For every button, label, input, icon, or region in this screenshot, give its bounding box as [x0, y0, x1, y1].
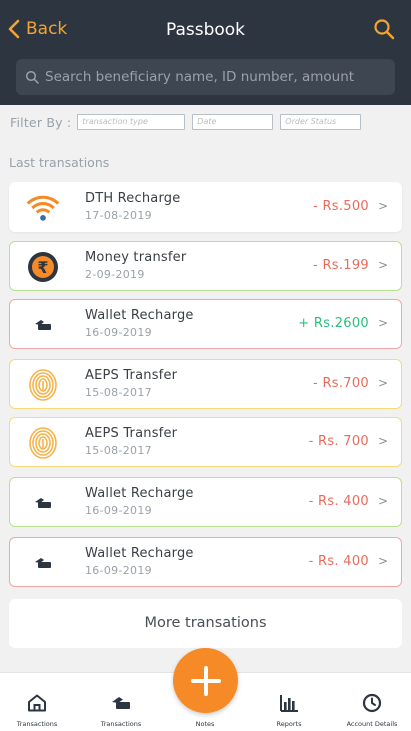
more-transactions-button[interactable]: More transations — [9, 599, 402, 648]
transaction-card[interactable]: DTH Recharge 17-08-2019 - Rs.500 > — [9, 182, 402, 232]
transaction-amount: - Rs.500 — [313, 199, 369, 214]
search-icon — [25, 70, 39, 84]
search-input[interactable] — [45, 69, 385, 85]
nav-label: Transactions — [100, 720, 142, 728]
transaction-date: 2-09-2019 — [85, 268, 145, 281]
wallet-icon — [26, 487, 60, 519]
app-header: Back Passbook — [0, 0, 411, 105]
wallet-icon — [26, 547, 60, 579]
order-status-filter[interactable]: Order Status — [280, 114, 362, 130]
transaction-name: Wallet Recharge — [85, 486, 194, 501]
clock-icon — [361, 693, 383, 713]
chevron-right-icon: > — [377, 554, 388, 568]
wifi-icon — [26, 192, 60, 224]
transaction-card[interactable]: ₹ Money transfer 2-09-2019 - Rs.199 > — [9, 241, 402, 291]
transaction-date: 16-09-2019 — [85, 504, 152, 517]
transaction-date: 16-09-2019 — [85, 564, 152, 577]
chevron-right-icon: > — [377, 199, 388, 213]
transaction-card[interactable]: AEPS Transfer 15-08-2017 - Rs. 700 > — [9, 417, 402, 467]
transaction-amount: + Rs.2600 — [298, 316, 369, 331]
nav-item-reports[interactable]: Reports — [248, 673, 330, 731]
search-bar — [16, 59, 395, 95]
add-note-button[interactable] — [173, 648, 238, 713]
transaction-date: 15-08-2017 — [85, 444, 152, 457]
transaction-date: 15-08-2017 — [85, 386, 152, 399]
chevron-right-icon: > — [377, 316, 388, 330]
section-title: Last transations — [9, 155, 110, 170]
transaction-name: Money transfer — [85, 250, 187, 265]
home-icon — [26, 693, 48, 713]
plus-icon — [190, 665, 221, 696]
wallet-icon — [110, 693, 132, 713]
date-filter[interactable]: Date — [192, 114, 274, 130]
nav-label: Reports — [276, 720, 302, 728]
nav-label: Transactions — [16, 720, 58, 728]
transaction-card[interactable]: AEPS Transfer 15-08-2017 - Rs.700 > — [9, 359, 402, 409]
svg-text:₹: ₹ — [37, 258, 48, 277]
transaction-date: 17-08-2019 — [85, 209, 152, 222]
nav-item-transactions[interactable]: Transactions — [0, 673, 78, 731]
chevron-right-icon: > — [377, 494, 388, 508]
search-button[interactable] — [373, 18, 397, 42]
transaction-amount: - Rs. 400 — [308, 494, 369, 509]
transaction-amount: - Rs. 400 — [308, 554, 369, 569]
nav-item-account-details[interactable]: Account Details — [331, 673, 411, 731]
fingerprint-icon — [26, 427, 60, 459]
chevron-right-icon: > — [377, 434, 388, 448]
wallet-icon — [26, 309, 60, 341]
transaction-card[interactable]: Wallet Recharge 16-09-2019 - Rs. 400 > — [9, 537, 402, 587]
transaction-date: 16-09-2019 — [85, 326, 152, 339]
transaction-name: Wallet Recharge — [85, 546, 194, 561]
page-title: Passbook — [165, 20, 246, 40]
search-icon — [374, 19, 395, 40]
transaction-card[interactable]: Wallet Recharge 16-09-2019 - Rs. 400 > — [9, 477, 402, 527]
bar-chart-icon — [278, 693, 300, 713]
transaction-name: DTH Recharge — [85, 191, 181, 206]
transaction-name: AEPS Transfer — [85, 426, 178, 441]
transaction-card[interactable]: Wallet Recharge 16-09-2019 + Rs.2600 > — [9, 299, 402, 349]
transaction-name: Wallet Recharge — [85, 308, 194, 323]
transaction-type-filter[interactable]: transaction type — [77, 114, 186, 130]
nav-label: Notes — [195, 720, 215, 728]
transaction-amount: - Rs. 700 — [308, 434, 369, 449]
fingerprint-icon — [26, 369, 60, 401]
rupee-coin-icon: ₹ — [26, 251, 60, 283]
transaction-amount: - Rs.700 — [313, 376, 369, 391]
filter-row: Filter By : transaction type Date Order … — [10, 113, 368, 131]
chevron-right-icon: > — [377, 376, 388, 390]
transaction-name: AEPS Transfer — [85, 368, 178, 383]
filter-label: Filter By : — [10, 114, 72, 130]
nav-item-wallet-transactions[interactable]: Transactions — [80, 673, 162, 731]
nav-label: Account Details — [346, 720, 398, 728]
transaction-amount: - Rs.199 — [313, 258, 369, 273]
chevron-right-icon: > — [377, 258, 388, 272]
